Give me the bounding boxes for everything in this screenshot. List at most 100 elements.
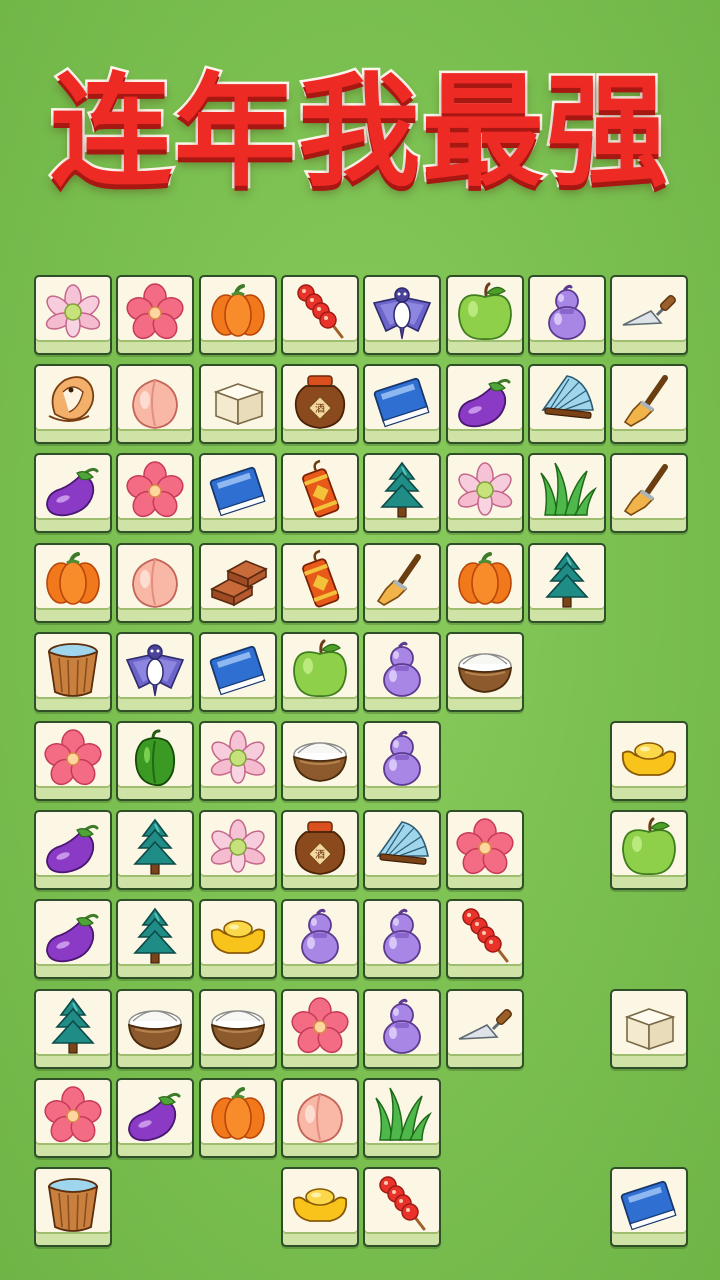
- tile-lotus[interactable]: [34, 275, 112, 355]
- tile-fan[interactable]: [528, 364, 606, 444]
- tile-gourd[interactable]: [363, 989, 441, 1069]
- tile-grass[interactable]: [363, 1078, 441, 1158]
- tile-peach[interactable]: [116, 364, 194, 444]
- pumpkin-icon: [458, 552, 512, 605]
- gourd-icon: [383, 908, 421, 964]
- tile-gourd[interactable]: [363, 721, 441, 801]
- tile-bricks[interactable]: [199, 543, 277, 623]
- tile-tree[interactable]: [363, 453, 441, 533]
- tile-book[interactable]: [610, 1167, 688, 1247]
- rice-bowl-icon: [127, 1010, 183, 1050]
- candied-haws-icon: [462, 908, 509, 963]
- peach-icon: [297, 1093, 343, 1143]
- tile-eggplant[interactable]: [34, 810, 112, 890]
- tile-tree[interactable]: [116, 810, 194, 890]
- tile-pumpkin[interactable]: [34, 543, 112, 623]
- tile-book[interactable]: [363, 364, 441, 444]
- tile-apple[interactable]: [610, 810, 688, 890]
- tile-flower[interactable]: [116, 275, 194, 355]
- tile-flower[interactable]: [34, 721, 112, 801]
- tile-flower[interactable]: [34, 1078, 112, 1158]
- tile-peach[interactable]: [116, 543, 194, 623]
- tile-bucket[interactable]: [34, 632, 112, 712]
- gold-ingot-icon: [292, 1188, 348, 1222]
- tile-fan[interactable]: [363, 810, 441, 890]
- tile-peach[interactable]: [281, 1078, 359, 1158]
- tile-rice-bowl[interactable]: [446, 632, 524, 712]
- tile-flower[interactable]: [116, 453, 194, 533]
- gourd-icon: [383, 730, 421, 786]
- tile-book[interactable]: [199, 453, 277, 533]
- tile-eggplant[interactable]: [446, 364, 524, 444]
- tile-gourd[interactable]: [281, 899, 359, 979]
- tile-gourd[interactable]: [363, 632, 441, 712]
- tile-apple[interactable]: [446, 275, 524, 355]
- tile-flower[interactable]: [281, 989, 359, 1069]
- tile-trowel[interactable]: [446, 989, 524, 1069]
- tile-rice-bowl[interactable]: [199, 989, 277, 1069]
- tile-rice-bowl[interactable]: [116, 989, 194, 1069]
- tile-firecracker[interactable]: [281, 453, 359, 533]
- tile-gold-ingot[interactable]: [199, 899, 277, 979]
- lotus-icon: [210, 730, 266, 784]
- tile-apple[interactable]: [281, 632, 359, 712]
- tile-eggplant[interactable]: [116, 1078, 194, 1158]
- tile-gourd[interactable]: [363, 899, 441, 979]
- gold-ingot-icon: [210, 920, 266, 954]
- bird-icon: [48, 376, 95, 422]
- tile-brush[interactable]: [610, 364, 688, 444]
- tile-tofu[interactable]: [199, 364, 277, 444]
- wine-jar-icon: 酒: [294, 821, 346, 875]
- tile-gourd[interactable]: [528, 275, 606, 355]
- tile-eggplant[interactable]: [34, 453, 112, 533]
- tile-brush[interactable]: [363, 543, 441, 623]
- tile-gold-ingot[interactable]: [281, 1167, 359, 1247]
- tile-pumpkin[interactable]: [446, 543, 524, 623]
- tile-tree[interactable]: [116, 899, 194, 979]
- eggplant-icon: [46, 824, 99, 874]
- tile-grass[interactable]: [528, 453, 606, 533]
- lotus-icon: [210, 819, 266, 873]
- tile-brush[interactable]: [610, 453, 688, 533]
- tile-kite[interactable]: [363, 275, 441, 355]
- tile-candied-haws[interactable]: [363, 1167, 441, 1247]
- pepper-icon: [134, 729, 176, 787]
- tile-eggplant[interactable]: [34, 899, 112, 979]
- tile-candied-haws[interactable]: [281, 275, 359, 355]
- book-icon: [209, 645, 266, 696]
- tile-bucket[interactable]: [34, 1167, 112, 1247]
- tree-icon: [133, 907, 177, 964]
- candied-haws-icon: [297, 284, 344, 339]
- tile-gold-ingot[interactable]: [610, 721, 688, 801]
- tile-pepper[interactable]: [116, 721, 194, 801]
- tile-pumpkin[interactable]: [199, 1078, 277, 1158]
- tile-candied-haws[interactable]: [446, 899, 524, 979]
- tile-lotus[interactable]: [199, 721, 277, 801]
- tile-pumpkin[interactable]: [199, 275, 277, 355]
- tile-lotus[interactable]: [199, 810, 277, 890]
- tile-lotus[interactable]: [446, 453, 524, 533]
- tile-bird[interactable]: [34, 364, 112, 444]
- kite-icon: [372, 287, 432, 340]
- tile-trowel[interactable]: [610, 275, 688, 355]
- peach-icon: [132, 558, 178, 608]
- tile-wine-jar[interactable]: 酒: [281, 364, 359, 444]
- wine-jar-icon: 酒: [294, 375, 346, 429]
- tofu-icon: [624, 1008, 676, 1051]
- tile-tree[interactable]: [34, 989, 112, 1069]
- tile-tofu[interactable]: [610, 989, 688, 1069]
- tile-book[interactable]: [199, 632, 277, 712]
- apple-icon: [458, 282, 512, 340]
- tree-icon: [51, 997, 95, 1054]
- tile-flower[interactable]: [446, 810, 524, 890]
- candied-haws-icon: [379, 1176, 426, 1231]
- firecracker-icon: [302, 459, 340, 518]
- tile-kite[interactable]: [116, 632, 194, 712]
- fan-icon: [541, 375, 594, 419]
- tile-rice-bowl[interactable]: [281, 721, 359, 801]
- tile-tree[interactable]: [528, 543, 606, 623]
- brush-icon: [623, 464, 668, 516]
- apple-icon: [622, 817, 676, 875]
- tile-firecracker[interactable]: [281, 543, 359, 623]
- tile-wine-jar[interactable]: 酒: [281, 810, 359, 890]
